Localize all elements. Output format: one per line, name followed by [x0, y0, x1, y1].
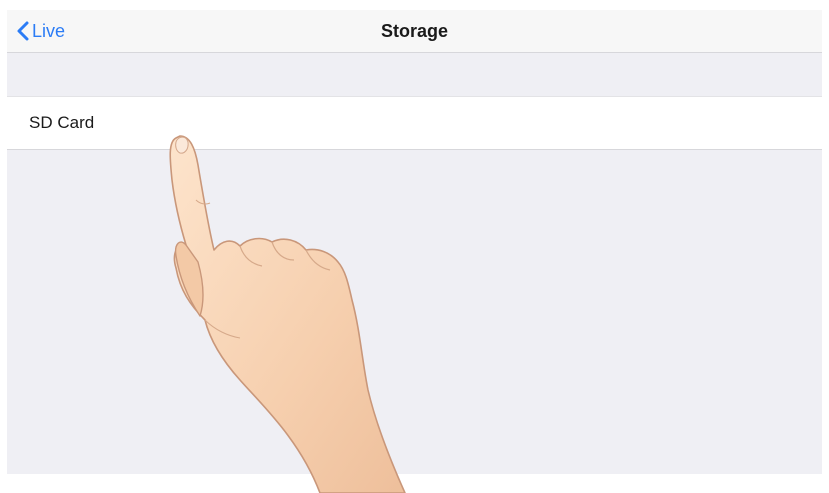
page-title: Storage [380, 21, 449, 41]
back-button[interactable]: Live [16, 10, 65, 52]
chevron-left-icon [16, 20, 30, 42]
section-spacer [7, 53, 822, 95]
list-item-label: SD Card [29, 113, 95, 132]
navigation-bar: Storage Live [7, 10, 822, 53]
list-item-sd-card[interactable]: SD Card [7, 96, 822, 150]
storage-screen: Storage Live SD Card [7, 10, 822, 474]
back-button-label: Live [32, 20, 66, 41]
